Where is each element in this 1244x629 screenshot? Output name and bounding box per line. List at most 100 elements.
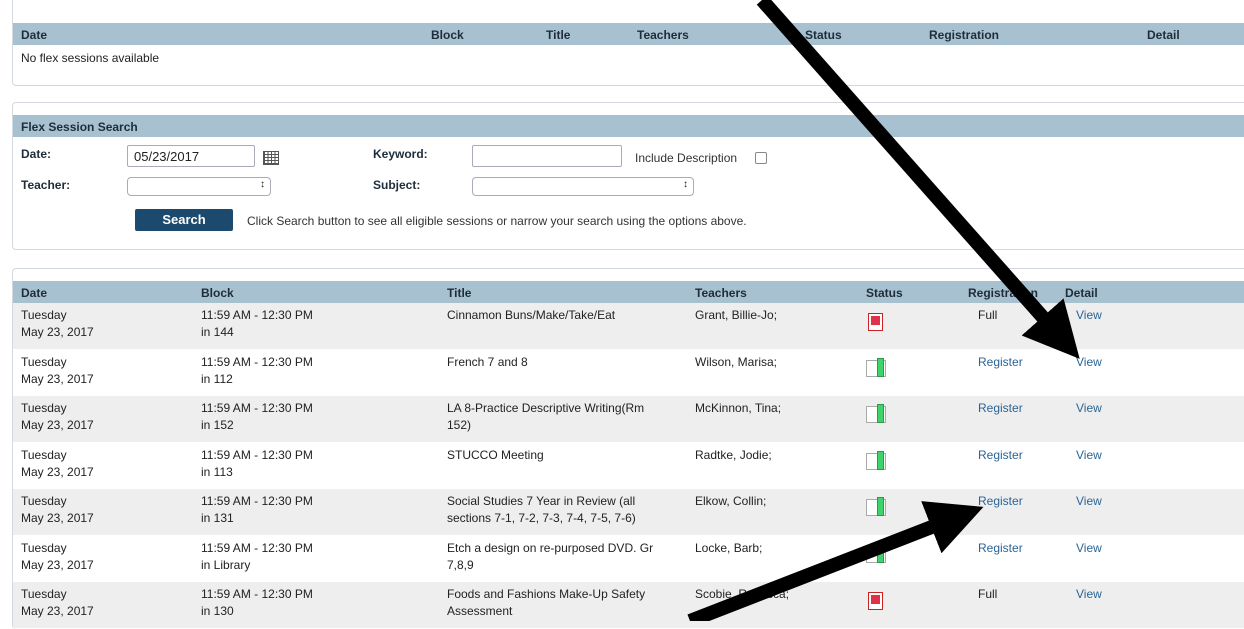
search-button[interactable]: Search [135,209,233,231]
full-label: Full [978,587,998,601]
view-link[interactable]: View [1076,354,1102,371]
register-link[interactable]: Register [978,354,1023,371]
col-registration: Registration [929,28,1000,42]
results-panel: Date Block Title Teachers Status Registr… [12,268,1244,629]
row-room: in 113 [201,464,233,479]
teacher-select[interactable]: ↕ [127,177,271,196]
row-day: Tuesday [21,308,67,322]
status-open-icon [866,404,886,423]
status-full-icon [868,313,883,331]
include-description-checkbox[interactable] [755,152,767,164]
table-row: Tuesday May 23, 2017 11:59 AM - 12:30 PM in… [13,443,1244,489]
full-label: Full [978,308,998,322]
row-date: May 23, 2017 [21,325,94,339]
col-teachers: Teachers [695,286,747,300]
row-day: Tuesday [21,540,67,555]
table-row: Tuesday May 23, 2017 11:59 AM - 12:30 PM in… [13,536,1244,582]
row-time: 11:59 AM - 12:30 PM [201,447,313,462]
table-row: Tuesday May 23, 2017 11:59 AM - 12:30 PM in… [13,396,1244,442]
results-header: Date Block Title Teachers Status Registr… [13,281,1244,303]
row-teacher: McKinnon, Tina; [695,401,782,415]
row-title-cont: 7,8,9 [447,557,474,572]
row-title: Etch a design on re-purposed DVD. Gr [447,540,654,555]
row-time: 11:59 AM - 12:30 PM [201,587,313,601]
row-date: May 23, 2017 [21,604,94,618]
row-teacher: Wilson, Marisa; [695,354,778,369]
status-open-icon [866,357,886,377]
row-room: in 130 [201,604,234,618]
row-title: Social Studies 7 Year in Review (all [447,494,636,508]
row-title: STUCCO Meeting [447,447,544,462]
row-room: in 144 [201,325,234,339]
date-label: Date: [21,147,52,161]
row-time: 11:59 AM - 12:30 PM [201,540,313,555]
view-link[interactable]: View [1076,493,1102,510]
search-hint: Click Search button to see all eligible … [247,214,747,228]
register-link[interactable]: Register [978,493,1023,510]
row-time: 11:59 AM - 12:30 PM [201,401,313,415]
row-time: 11:59 AM - 12:30 PM [201,308,313,322]
row-teacher: Elkow, Collin; [695,494,767,508]
row-teacher: Radtke, Jodie; [695,447,772,462]
search-header: Flex Session Search [13,115,1244,137]
row-title: Cinnamon Buns/Make/Take/Eat [447,308,616,322]
chevron-updown-icon: ↕ [683,179,688,190]
row-time: 11:59 AM - 12:30 PM [201,354,313,369]
table-row: Tuesday May 23, 2017 11:59 AM - 12:30 PM in… [13,489,1244,535]
col-block: Block [201,286,234,300]
row-day: Tuesday [21,354,67,369]
row-title-cont: sections 7-1, 7-2, 7-3, 7-4, 7-5, 7-6) [447,511,636,525]
row-teacher: Locke, Barb; [695,540,763,555]
register-link[interactable]: Register [978,540,1023,557]
date-input[interactable] [127,145,255,167]
register-link[interactable]: Register [978,447,1023,464]
include-description-label: Include Description [635,151,738,165]
row-date: May 23, 2017 [21,557,94,572]
table-row: Tuesday May 23, 2017 11:59 AM - 12:30 PM in… [13,350,1244,396]
col-date: Date [21,286,48,300]
col-status: Status [866,286,903,300]
keyword-input[interactable] [472,145,622,167]
subject-select[interactable]: ↕ [472,177,694,196]
row-title-cont: Assessment [447,604,513,618]
col-detail: Detail [1147,28,1180,42]
chevron-updown-icon: ↕ [260,179,265,190]
keyword-label: Keyword: [373,147,428,161]
row-room: in Library [201,557,251,572]
calendar-icon[interactable] [263,151,279,165]
status-open-icon [866,450,886,470]
status-full-icon [868,592,883,610]
row-room: in 131 [201,511,234,525]
teacher-label: Teacher: [21,178,71,192]
row-day: Tuesday [21,587,67,601]
view-link[interactable]: View [1076,447,1102,464]
row-date: May 23, 2017 [21,371,94,386]
row-title: French 7 and 8 [447,354,528,369]
col-registration: Registration [968,286,1039,300]
view-link[interactable]: View [1076,586,1102,603]
table-row: Tuesday May 23, 2017 11:59 AM - 12:30 PM in… [13,303,1244,349]
row-title: LA 8-Practice Descriptive Writing(Rm [447,401,645,415]
row-title-cont: 152) [447,418,472,432]
col-status: Status [805,28,842,42]
row-date: May 23, 2017 [21,511,94,525]
row-room: in 152 [201,418,234,432]
status-open-icon [866,543,886,563]
row-teacher: Scobie, Rebecca; [695,587,790,601]
empty-message: No flex sessions available [21,51,160,65]
row-date: May 23, 2017 [21,464,94,479]
table-row: Tuesday May 23, 2017 11:59 AM - 12:30 PM in… [13,582,1244,628]
search-heading: Flex Session Search [21,120,138,134]
status-open-icon [866,497,886,516]
view-link[interactable]: View [1076,307,1102,324]
my-sessions-panel: Date Block Title Teachers Status Registr… [12,0,1244,86]
view-link[interactable]: View [1076,540,1102,557]
subject-label: Subject: [373,178,421,192]
row-date: May 23, 2017 [21,418,94,432]
col-date: Date [21,28,48,42]
register-link[interactable]: Register [978,400,1023,417]
view-link[interactable]: View [1076,400,1102,417]
row-day: Tuesday [21,401,67,415]
row-room: in 112 [201,371,233,386]
row-day: Tuesday [21,494,67,508]
